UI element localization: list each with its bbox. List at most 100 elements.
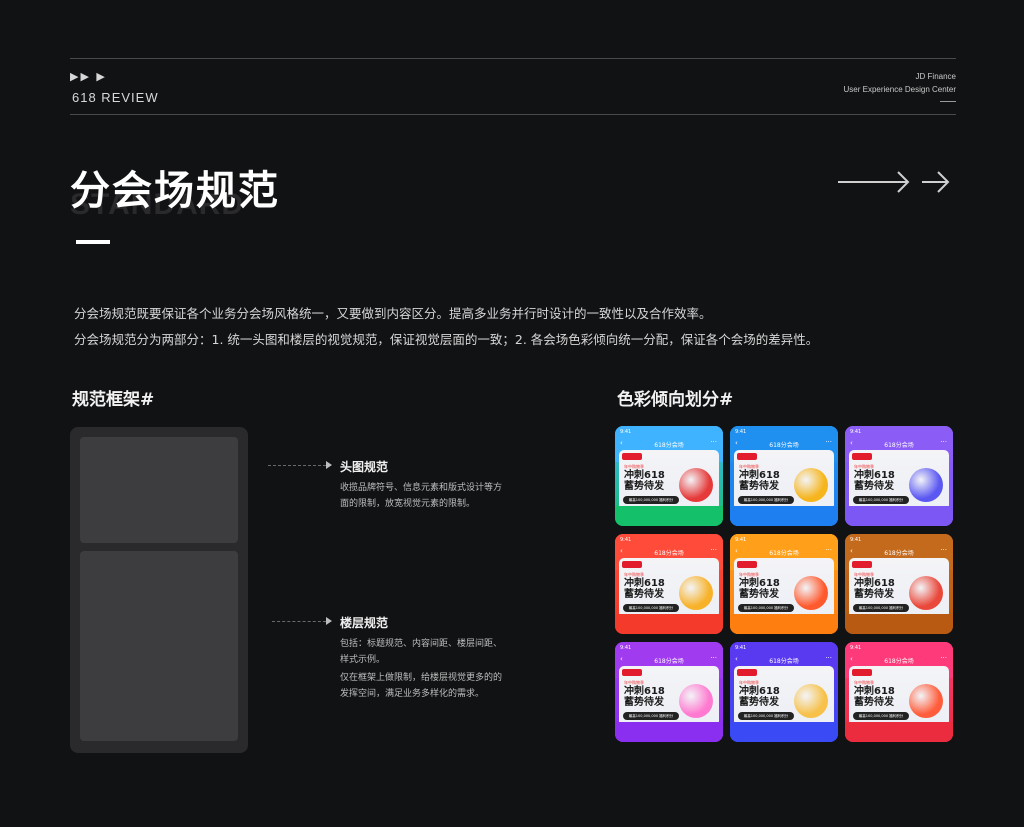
header-divider (70, 114, 956, 115)
more-icon[interactable]: ··· (710, 654, 717, 662)
hero-banner: 年中购物季 冲刺618 蓄势待发 最高100,000,000 福利积分 (849, 558, 949, 618)
color-card[interactable]: 9:41 ‹ 618分会场 ··· 年中购物季 冲刺618 蓄势待发 最高100,000,0… (845, 426, 953, 526)
floor-leader-line (272, 621, 326, 623)
color-card[interactable]: 9:41 ‹ 618分会场 ··· 年中购物季 冲刺618 蓄势待发 最高100,000,0… (845, 534, 953, 634)
card-base (845, 614, 953, 634)
more-icon[interactable]: ··· (940, 654, 947, 662)
color-card-grid: 9:41 ‹ 618分会场 ··· 年中购物季 冲刺618 蓄势待发 最高100,000,0… (615, 426, 955, 746)
hero-banner: 年中购物季 冲刺618 蓄势待发 最高100,000,000 福利积分 (734, 558, 834, 618)
card-base (845, 722, 953, 742)
hero-banner: 年中购物季 冲刺618 蓄势待发 最高100,000,000 福利积分 (734, 450, 834, 510)
gift-icon (909, 684, 943, 718)
more-icon[interactable]: ··· (940, 546, 947, 554)
color-card[interactable]: 9:41 ‹ 618分会场 ··· 年中购物季 冲刺618 蓄势待发 最高100,000,0… (615, 642, 723, 742)
card-title: 618分会场 (884, 658, 914, 665)
color-card[interactable]: 9:41 ‹ 618分会场 ··· 年中购物季 冲刺618 蓄势待发 最高100,000,0… (845, 642, 953, 742)
color-card[interactable]: 9:41 ‹ 618分会场 ··· 年中购物季 冲刺618 蓄势待发 最高100,000,0… (730, 534, 838, 634)
card-title: 618分会场 (654, 442, 684, 449)
hero-headline: 冲刺618 蓄势待发 (624, 470, 665, 492)
hero-headline: 冲刺618 蓄势待发 (854, 578, 895, 600)
hero-headline: 冲刺618 蓄势待发 (854, 686, 895, 708)
card-title: 618分会场 (769, 658, 799, 665)
status-time: 9:41 (850, 537, 862, 543)
points-pill: 最高100,000,000 福利积分 (623, 496, 679, 504)
brand-tag (852, 669, 872, 676)
org-info: JD Finance User Experience Design Center (844, 70, 957, 96)
brand-tag (622, 453, 642, 460)
points-pill: 最高100,000,000 福利积分 (853, 496, 909, 504)
org-name: JD Finance (915, 72, 956, 81)
brand-tag (852, 453, 872, 460)
status-time: 9:41 (620, 429, 632, 435)
card-base (615, 614, 723, 634)
brand-tag (737, 453, 757, 460)
color-card[interactable]: 9:41 ‹ 618分会场 ··· 年中购物季 冲刺618 蓄势待发 最高100,000,0… (730, 426, 838, 526)
gift-icon (679, 576, 713, 610)
status-time: 9:41 (620, 645, 632, 651)
hero-banner: 年中购物季 冲刺618 蓄势待发 最高100,000,000 福利积分 (619, 450, 719, 510)
framework-heading: 规范框架# (72, 390, 155, 410)
gift-icon (794, 576, 828, 610)
hero-banner: 年中购物季 冲刺618 蓄势待发 最高100,000,000 福利积分 (849, 666, 949, 726)
card-title: 618分会场 (769, 550, 799, 557)
gift-icon (909, 468, 943, 502)
header-spec-note: 收揽品牌符号、信息元素和版式设计等方面的限制，放宽视觉元素的限制。 (340, 483, 503, 509)
card-base (730, 506, 838, 526)
more-icon[interactable]: ··· (825, 438, 832, 446)
card-title: 618分会场 (884, 442, 914, 449)
gift-icon (679, 684, 713, 718)
hero-banner: 年中购物季 冲刺618 蓄势待发 最高100,000,000 福利积分 (849, 450, 949, 510)
points-pill: 最高100,000,000 福利积分 (738, 712, 794, 720)
status-time: 9:41 (850, 429, 862, 435)
color-card[interactable]: 9:41 ‹ 618分会场 ··· 年中购物季 冲刺618 蓄势待发 最高100,000,0… (615, 534, 723, 634)
color-card[interactable]: 9:41 ‹ 618分会场 ··· 年中购物季 冲刺618 蓄势待发 最高100,000,0… (615, 426, 723, 526)
gift-icon (794, 684, 828, 718)
org-dash (940, 101, 956, 102)
points-pill: 最高100,000,000 福利积分 (738, 496, 794, 504)
hero-headline: 冲刺618 蓄势待发 (739, 578, 780, 600)
more-icon[interactable]: ··· (710, 546, 717, 554)
more-icon[interactable]: ··· (710, 438, 717, 446)
card-title: 618分会场 (654, 658, 684, 665)
card-title: 618分会场 (769, 442, 799, 449)
points-pill: 最高100,000,000 福利积分 (853, 712, 909, 720)
pointer-icon (326, 461, 332, 469)
points-pill: 最高100,000,000 福利积分 (853, 604, 909, 612)
gift-icon (794, 468, 828, 502)
hero-headline: 冲刺618 蓄势待发 (739, 470, 780, 492)
framework-mockup (70, 427, 248, 753)
page-title: 分会场规范 (70, 168, 280, 214)
play-arrows-icon: ▶▶ ▶ (70, 70, 107, 83)
header-block (80, 437, 238, 543)
hero-banner: 年中购物季 冲刺618 蓄势待发 最高100,000,000 福利积分 (619, 558, 719, 618)
brand-tag (737, 561, 757, 568)
color-card[interactable]: 9:41 ‹ 618分会场 ··· 年中购物季 冲刺618 蓄势待发 最高100,000,0… (730, 642, 838, 742)
more-icon[interactable]: ··· (940, 438, 947, 446)
floor-spec-note-1: 包括：标题规范、内容间距、楼层间距、样式示例。 (340, 639, 503, 665)
card-base (730, 614, 838, 634)
review-label: 618 REVIEW (72, 90, 159, 105)
status-time: 9:41 (735, 537, 747, 543)
pointer-icon (326, 617, 332, 625)
header-spec-label: 头图规范 (340, 460, 389, 474)
floor-spec-note-2: 仅在框架上做限制，给楼层视觉更多的的发挥空间，满足业务多样化的需求。 (340, 673, 503, 699)
status-time: 9:41 (735, 429, 747, 435)
gift-icon (909, 576, 943, 610)
more-icon[interactable]: ··· (825, 546, 832, 554)
card-base (730, 722, 838, 742)
brand-tag (737, 669, 757, 676)
points-pill: 最高100,000,000 福利积分 (623, 604, 679, 612)
long-arrow-icon (838, 171, 950, 193)
hero-headline: 冲刺618 蓄势待发 (739, 686, 780, 708)
hero-banner: 年中购物季 冲刺618 蓄势待发 最高100,000,000 福利积分 (619, 666, 719, 726)
card-title: 618分会场 (884, 550, 914, 557)
floor-spec-label: 楼层规范 (340, 616, 389, 630)
status-time: 9:41 (735, 645, 747, 651)
points-pill: 最高100,000,000 福利积分 (623, 712, 679, 720)
hero-headline: 冲刺618 蓄势待发 (854, 470, 895, 492)
title-underline (76, 240, 110, 244)
hero-headline: 冲刺618 蓄势待发 (624, 686, 665, 708)
more-icon[interactable]: ··· (825, 654, 832, 662)
card-base (615, 722, 723, 742)
gift-icon (679, 468, 713, 502)
